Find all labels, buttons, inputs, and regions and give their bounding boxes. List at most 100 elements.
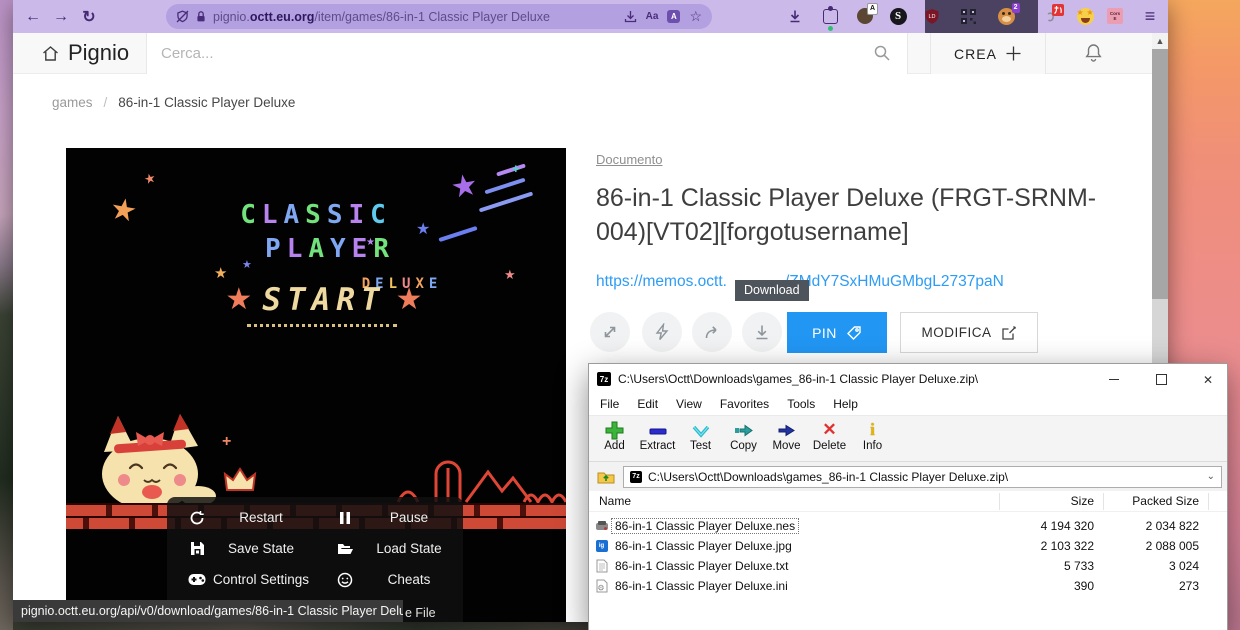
info-icon: i [851, 416, 894, 440]
bookmark-star-icon[interactable]: ☆ [689, 8, 702, 25]
edit-button[interactable]: MODIFICA [900, 312, 1038, 353]
table-row[interactable]: ig 86-in-1 Classic Player Deluxe.jpg 2 1… [589, 536, 1227, 556]
cheats-icon [335, 572, 355, 588]
cors-extension-icon[interactable]: CorsE [1105, 6, 1125, 26]
menu-hamburger-icon[interactable]: ≡ [1140, 6, 1160, 26]
jpg-file-icon: ig [594, 540, 609, 552]
file-list-header: Name Size Packed Size [589, 491, 1227, 512]
category-link[interactable]: Documento [596, 152, 662, 167]
pin-button[interactable]: PIN [787, 312, 887, 353]
add-button[interactable]: Add [593, 416, 636, 461]
breadcrumb-separator: / [104, 95, 108, 110]
copy-button[interactable]: Copy [722, 416, 765, 461]
expand-button[interactable] [590, 312, 630, 352]
lock-icon[interactable] [195, 10, 207, 23]
download-button[interactable] [742, 312, 782, 352]
minimize-button[interactable] [1099, 371, 1129, 388]
table-row[interactable]: ⚙ 86-in-1 Classic Player Deluxe.ini 390 … [589, 576, 1227, 596]
share-icon [703, 323, 721, 341]
menu-item-load-state[interactable]: Load State [315, 533, 463, 564]
star-icon: ★ [225, 285, 252, 315]
translate-icon[interactable]: Aa [646, 11, 659, 22]
search-icon[interactable] [873, 44, 891, 62]
immersive-translate-icon[interactable]: A [667, 10, 680, 23]
column-resize-handle[interactable] [999, 493, 1000, 510]
menu-item-control-settings[interactable]: Control Settings [167, 564, 315, 595]
shield-off-icon[interactable] [176, 10, 189, 23]
scrollbar-thumb[interactable] [1152, 49, 1168, 299]
delete-button[interactable]: ✕ Delete [808, 416, 851, 461]
menu-tools[interactable]: Tools [778, 394, 824, 415]
folder-up-button[interactable] [594, 466, 618, 488]
lightning-icon [654, 323, 670, 341]
column-resize-handle[interactable] [1103, 493, 1104, 510]
monkey-extension-icon[interactable]: 2 [996, 6, 1016, 26]
menu-item-label: Control Settings [207, 572, 315, 587]
menu-item-restart[interactable]: Restart [167, 502, 315, 533]
menu-item-partial-label[interactable]: e File [405, 606, 436, 620]
breadcrumb: games / 86-in-1 Classic Player Deluxe [52, 95, 295, 110]
close-button[interactable]: ✕ [1193, 371, 1223, 388]
url-text: pignio.octt.eu.org/item/games/86-in-1 Cl… [213, 10, 550, 24]
search-box [146, 33, 908, 74]
menu-view[interactable]: View [667, 394, 711, 415]
site-brand[interactable]: Pignio [41, 40, 129, 66]
chevron-down-icon[interactable]: ⌄ [1207, 471, 1215, 482]
menu-item-label: Load State [355, 541, 463, 556]
share-button[interactable] [692, 312, 732, 352]
info-button[interactable]: i Info [851, 416, 894, 461]
table-row[interactable]: 86-in-1 Classic Player Deluxe.txt 5 733 … [589, 556, 1227, 576]
menu-item-save-state[interactable]: Save State [167, 533, 315, 564]
copy-icon [722, 416, 765, 440]
column-resize-handle[interactable] [1208, 493, 1209, 510]
downloads-icon[interactable] [785, 6, 805, 26]
japanese-off-extension-icon[interactable] [1043, 6, 1063, 26]
sevenzip-titlebar[interactable]: 7z C:\Users\Octt\Downloads\games_86-in-1… [589, 364, 1227, 394]
menu-item-cheats[interactable]: Cheats [315, 564, 463, 595]
star-icon: ★ [504, 268, 516, 281]
move-button[interactable]: Move [765, 416, 808, 461]
nes-file-icon [594, 520, 609, 532]
extensions-puzzle-icon[interactable] [820, 6, 840, 26]
menu-help[interactable]: Help [824, 394, 867, 415]
zip-file-icon: 7z [630, 471, 642, 483]
menu-item-pause[interactable]: Pause [315, 502, 463, 533]
star-struck-emoji-icon[interactable]: ★ ★ [1075, 6, 1095, 26]
address-combobox[interactable]: 7z C:\Users\Octt\Downloads\games_86-in-1… [623, 466, 1222, 488]
svg-text:LD: LD [928, 14, 935, 20]
table-row[interactable]: 86-in-1 Classic Player Deluxe.nes 4 194 … [589, 516, 1227, 536]
menu-edit[interactable]: Edit [628, 394, 667, 415]
paw-extension-icon[interactable]: A [855, 6, 875, 26]
column-packed-size[interactable]: Packed Size [1109, 494, 1199, 508]
extract-button[interactable]: Extract [636, 416, 679, 461]
test-button[interactable]: Test [679, 416, 722, 461]
maximize-button[interactable] [1146, 371, 1176, 388]
boost-button[interactable] [642, 312, 682, 352]
download-icon [753, 323, 771, 341]
wallpaper-bottom [13, 622, 588, 630]
control-settings-icon [187, 573, 207, 586]
status-bar-url: pignio.octt.eu.org/api/v0/download/games… [13, 600, 403, 622]
menu-favorites[interactable]: Favorites [711, 394, 778, 415]
create-button[interactable]: CREA [930, 33, 1046, 74]
search-input[interactable] [147, 33, 863, 74]
forward-button[interactable]: → [49, 5, 73, 29]
column-name[interactable]: Name [599, 494, 631, 508]
save-page-icon[interactable] [624, 10, 637, 23]
reload-button[interactable]: ↻ [77, 5, 101, 29]
breadcrumb-games-link[interactable]: games [52, 95, 93, 110]
qr-code-icon[interactable] [958, 6, 978, 26]
edit-button-label: MODIFICA [922, 325, 992, 340]
column-size[interactable]: Size [1009, 494, 1094, 508]
shield-extension-icon[interactable]: LD [922, 6, 942, 26]
sevenzip-menubar: File Edit View Favorites Tools Help [589, 394, 1227, 415]
back-button[interactable]: ← [21, 5, 45, 29]
star-icon: ★ [366, 238, 375, 248]
s-extension-icon[interactable]: S [888, 6, 908, 26]
scrollbar-up-arrow[interactable]: ▲ [1152, 33, 1168, 49]
game-screenshot[interactable]: CLASSIC PLAYER DELUXE ★ START ★ ★ ★ ★ ★ … [66, 148, 566, 622]
menu-file[interactable]: File [591, 394, 628, 415]
notifications-bell-icon[interactable] [1083, 42, 1104, 64]
game-title-line2: PLAYER [80, 234, 566, 264]
address-bar[interactable]: pignio.octt.eu.org/item/games/86-in-1 Cl… [166, 4, 712, 29]
